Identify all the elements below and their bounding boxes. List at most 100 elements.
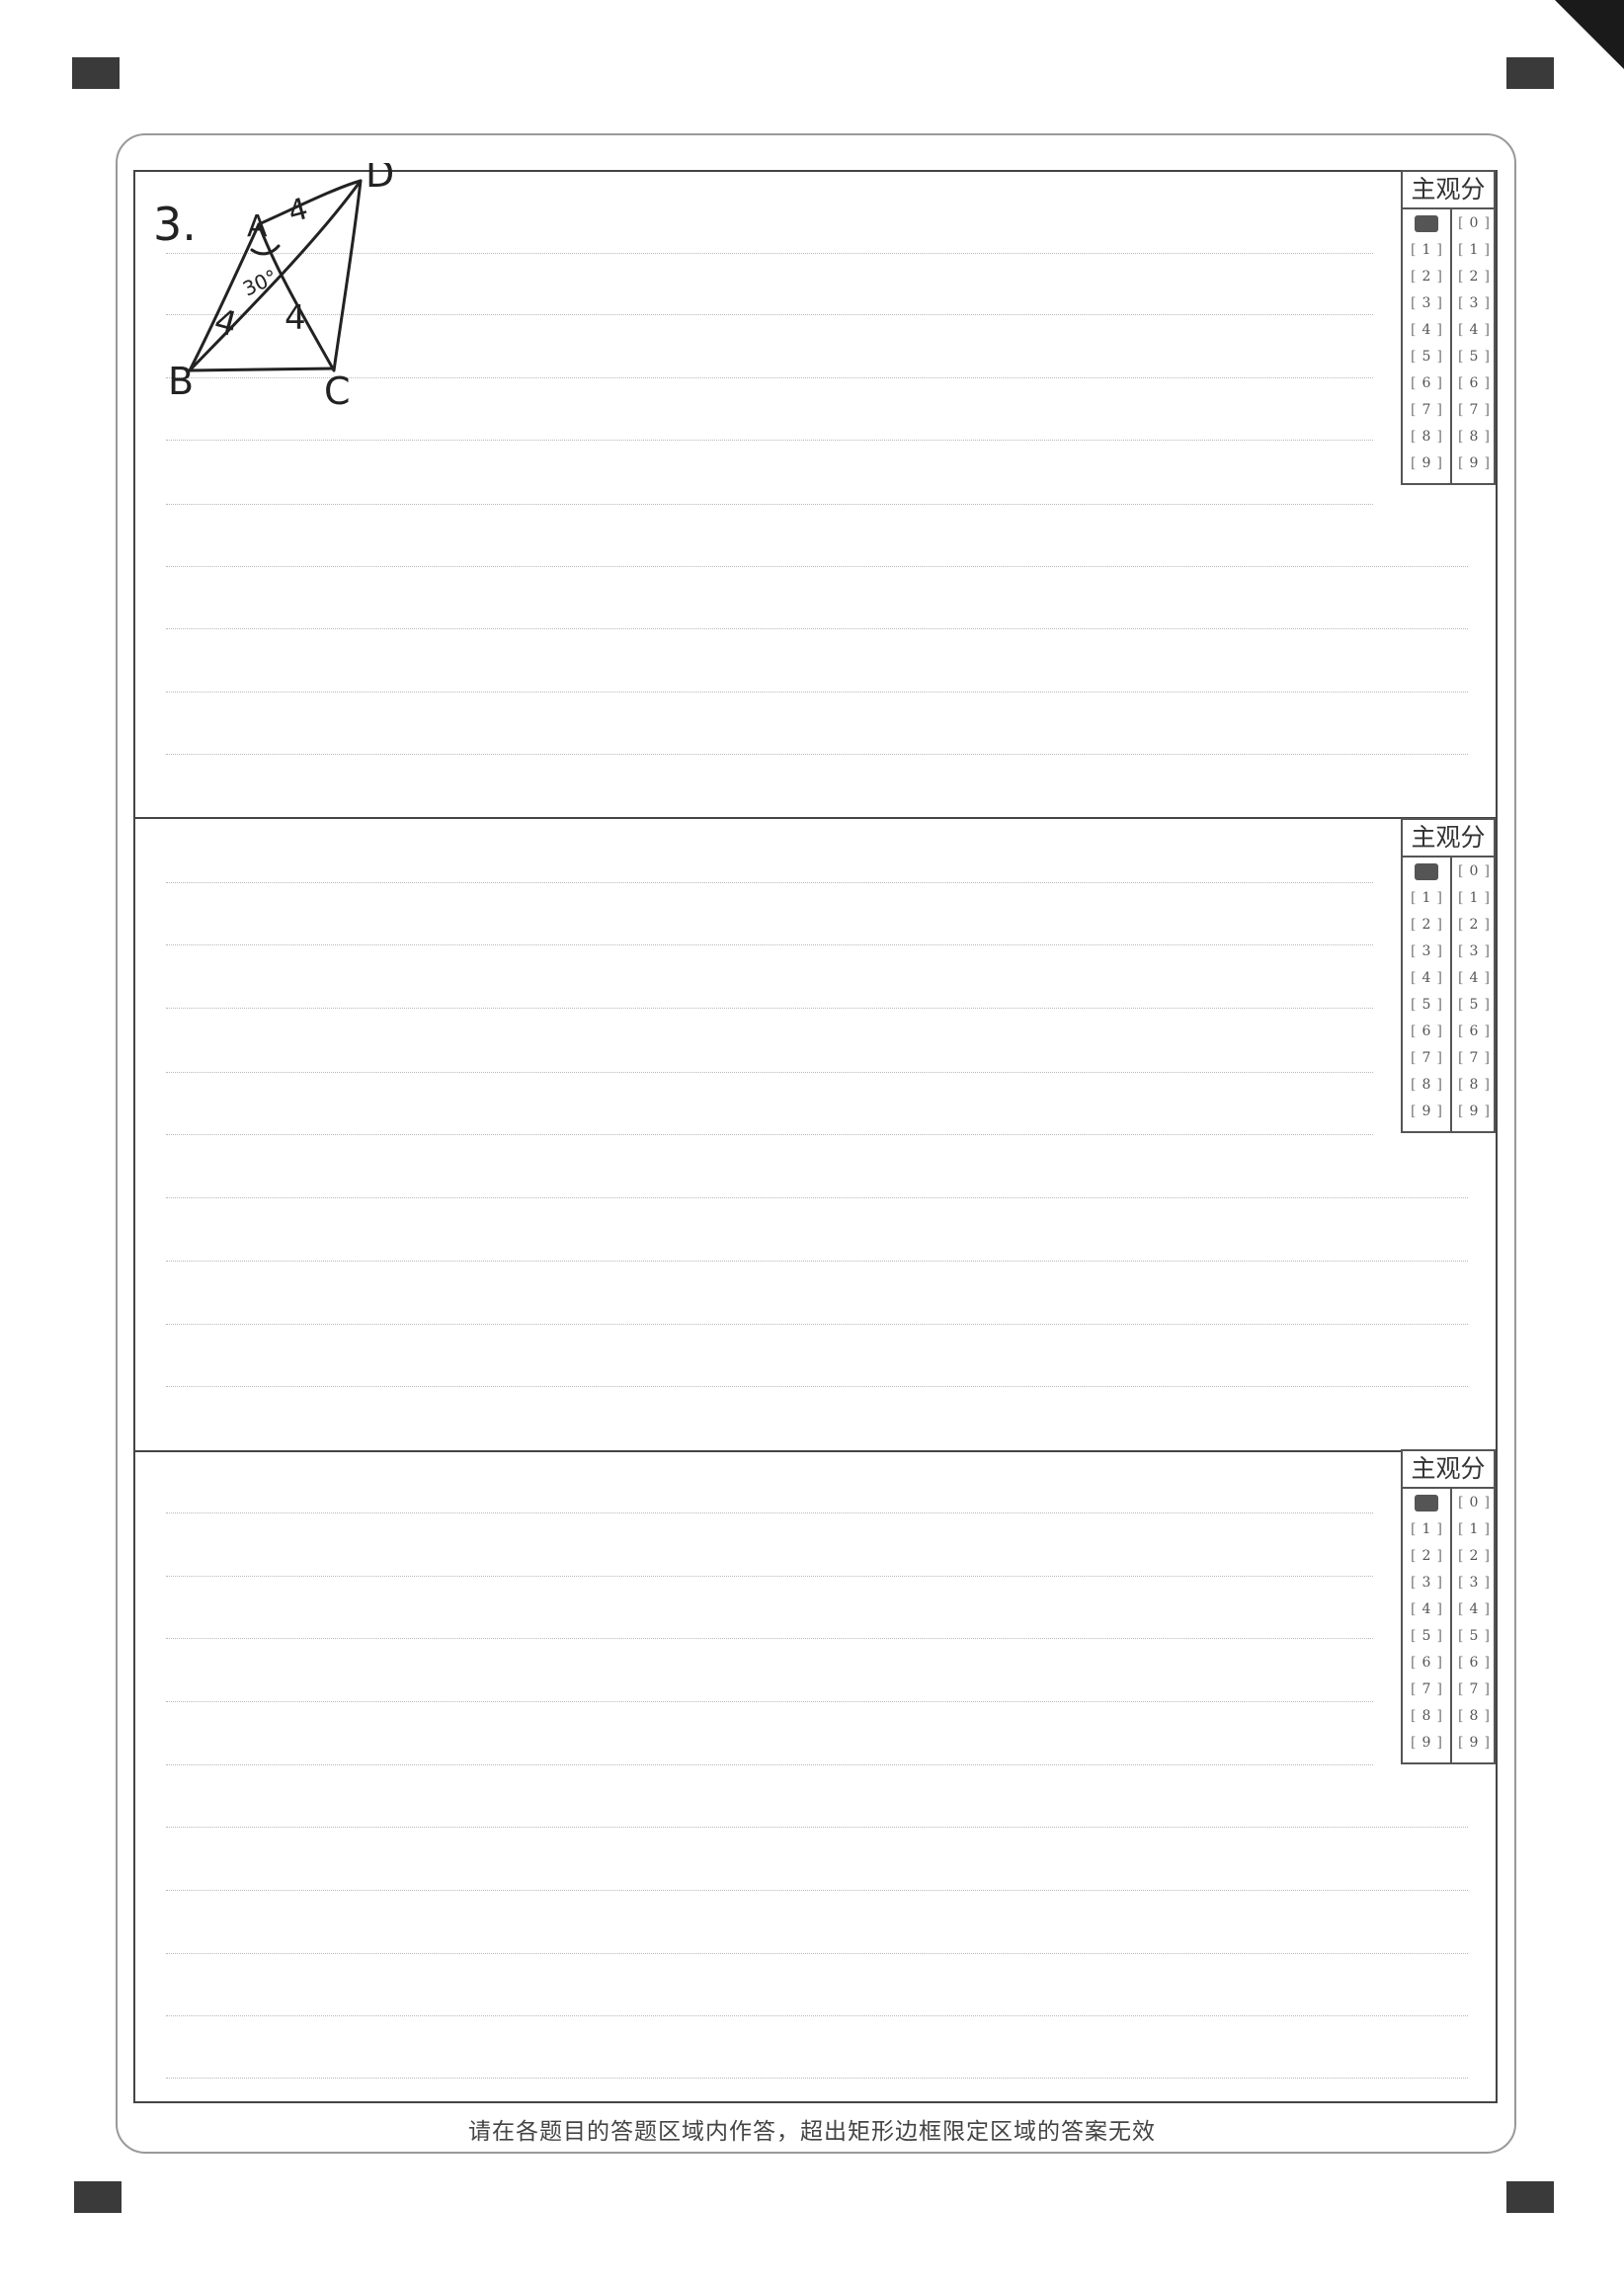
- writing-line[interactable]: [166, 1324, 1468, 1325]
- score-bubble-tens-8[interactable]: 8: [1411, 1708, 1442, 1725]
- mark-angle: 30°: [239, 265, 281, 301]
- score-bubble-ones-6[interactable]: 6: [1458, 1023, 1490, 1040]
- writing-line[interactable]: [166, 440, 1373, 441]
- score-bubble-tens-9[interactable]: 9: [1411, 455, 1442, 472]
- score-bubble-ones-3[interactable]: 3: [1458, 1575, 1490, 1592]
- writing-line[interactable]: [166, 504, 1373, 505]
- score-bubble-ones-4[interactable]: 4: [1458, 970, 1490, 987]
- score-bubble-ones-5[interactable]: 5: [1458, 1628, 1490, 1645]
- writing-line[interactable]: [166, 566, 1468, 567]
- score-bubble-ones-1[interactable]: 1: [1458, 242, 1490, 259]
- score-bubble-ones-2[interactable]: 2: [1458, 269, 1490, 286]
- score-bubble-tens-1[interactable]: 1: [1411, 242, 1442, 259]
- score-bubble-ones-8[interactable]: 8: [1458, 1077, 1490, 1094]
- score-bubble-tens-9[interactable]: 9: [1411, 1735, 1442, 1752]
- writing-line[interactable]: [166, 1764, 1373, 1765]
- score-bubble-ones-0[interactable]: 0: [1458, 863, 1490, 880]
- score-bubble-ones-2[interactable]: 2: [1458, 917, 1490, 934]
- score-bubble-ones-7[interactable]: 7: [1458, 402, 1490, 419]
- score-bubble-tens-3[interactable]: 3: [1411, 943, 1442, 960]
- writing-line[interactable]: [166, 1576, 1373, 1577]
- registration-mark-top-left: [72, 57, 120, 89]
- score-bubble-ones-9[interactable]: 9: [1458, 1103, 1490, 1120]
- score-bubble-tens-5[interactable]: 5: [1411, 1628, 1442, 1645]
- score-bubble-tens-5[interactable]: 5: [1411, 349, 1442, 366]
- score-bubble-tens-6[interactable]: 6: [1411, 1655, 1442, 1672]
- score-bubble-tens-0[interactable]: [1411, 215, 1442, 232]
- registration-mark-bottom-left: [74, 2181, 122, 2213]
- score-bubble-tens-5[interactable]: 5: [1411, 997, 1442, 1014]
- score-bubble-ones-9[interactable]: 9: [1458, 455, 1490, 472]
- writing-line[interactable]: [166, 944, 1373, 945]
- score-bubble-tens-6[interactable]: 6: [1411, 375, 1442, 392]
- writing-line[interactable]: [166, 1134, 1373, 1135]
- score-bubble-tens-7[interactable]: 7: [1411, 402, 1442, 419]
- writing-line[interactable]: [166, 692, 1468, 693]
- score-bubble-ones-6[interactable]: 6: [1458, 375, 1490, 392]
- label-d: D: [365, 163, 394, 196]
- score-bubble-ones-7[interactable]: 7: [1458, 1681, 1490, 1698]
- score-bubble-ones-0[interactable]: 0: [1458, 1495, 1490, 1512]
- score-bubble-ones-5[interactable]: 5: [1458, 349, 1490, 366]
- score-bubble-tens-9[interactable]: 9: [1411, 1103, 1442, 1120]
- writing-line[interactable]: [166, 1008, 1373, 1009]
- writing-line[interactable]: [166, 1197, 1468, 1198]
- writing-line[interactable]: [166, 2078, 1468, 2079]
- answer-box-3: [133, 1450, 1498, 2103]
- score-bubble-ones-3[interactable]: 3: [1458, 943, 1490, 960]
- writing-line[interactable]: [166, 754, 1468, 755]
- label-a: A: [247, 209, 268, 244]
- score-table-2: 主观分1234567890123456789: [1401, 818, 1496, 1133]
- score-bubble-tens-1[interactable]: 1: [1411, 1521, 1442, 1538]
- writing-line[interactable]: [166, 1072, 1373, 1073]
- score-bubble-ones-4[interactable]: 4: [1458, 322, 1490, 339]
- score-bubble-ones-7[interactable]: 7: [1458, 1050, 1490, 1067]
- writing-line[interactable]: [166, 1512, 1373, 1513]
- score-bubble-tens-7[interactable]: 7: [1411, 1681, 1442, 1698]
- score-bubble-tens-8[interactable]: 8: [1411, 1077, 1442, 1094]
- writing-line[interactable]: [166, 1701, 1373, 1702]
- writing-line[interactable]: [166, 1890, 1468, 1891]
- score-bubble-tens-0[interactable]: [1411, 863, 1442, 880]
- score-bubble-tens-0[interactable]: [1411, 1495, 1442, 1512]
- score-bubble-ones-6[interactable]: 6: [1458, 1655, 1490, 1672]
- writing-line[interactable]: [166, 2015, 1468, 2016]
- handwritten-geometry-diagram: D A B C 4 4 4 30°: [168, 163, 394, 410]
- writing-line[interactable]: [166, 1638, 1373, 1639]
- score-bubble-tens-1[interactable]: 1: [1411, 890, 1442, 907]
- score-bubble-ones-1[interactable]: 1: [1458, 890, 1490, 907]
- score-bubble-ones-0[interactable]: 0: [1458, 215, 1490, 232]
- score-bubble-ones-5[interactable]: 5: [1458, 997, 1490, 1014]
- score-bubble-tens-4[interactable]: 4: [1411, 1601, 1442, 1618]
- score-bubble-tens-3[interactable]: 3: [1411, 1575, 1442, 1592]
- score-bubble-ones-4[interactable]: 4: [1458, 1601, 1490, 1618]
- score-bubble-ones-8[interactable]: 8: [1458, 429, 1490, 446]
- score-bubble-tens-3[interactable]: 3: [1411, 295, 1442, 312]
- score-table-title: 主观分: [1403, 820, 1494, 858]
- registration-mark-top-right: [1506, 57, 1554, 89]
- score-bubble-tens-6[interactable]: 6: [1411, 1023, 1442, 1040]
- label-c: C: [324, 369, 351, 410]
- score-bubble-ones-3[interactable]: 3: [1458, 295, 1490, 312]
- writing-line[interactable]: [166, 882, 1373, 883]
- score-bubble-tens-2[interactable]: 2: [1411, 917, 1442, 934]
- score-bubble-tens-4[interactable]: 4: [1411, 322, 1442, 339]
- score-table-1: 主观分1234567890123456789: [1401, 170, 1496, 485]
- score-bubble-ones-9[interactable]: 9: [1458, 1735, 1490, 1752]
- score-bubble-tens-8[interactable]: 8: [1411, 429, 1442, 446]
- score-bubble-tens-2[interactable]: 2: [1411, 269, 1442, 286]
- writing-line[interactable]: [166, 1953, 1468, 1954]
- score-bubble-ones-1[interactable]: 1: [1458, 1521, 1490, 1538]
- writing-line[interactable]: [166, 628, 1468, 629]
- score-table-divider: [1450, 207, 1452, 483]
- segment-ac: [257, 222, 336, 372]
- label-b: B: [168, 360, 194, 403]
- writing-line[interactable]: [166, 1386, 1468, 1387]
- score-bubble-tens-4[interactable]: 4: [1411, 970, 1442, 987]
- score-bubble-tens-7[interactable]: 7: [1411, 1050, 1442, 1067]
- writing-line[interactable]: [166, 1261, 1468, 1262]
- score-bubble-ones-8[interactable]: 8: [1458, 1708, 1490, 1725]
- writing-line[interactable]: [166, 1827, 1468, 1828]
- score-bubble-ones-2[interactable]: 2: [1458, 1548, 1490, 1565]
- score-bubble-tens-2[interactable]: 2: [1411, 1548, 1442, 1565]
